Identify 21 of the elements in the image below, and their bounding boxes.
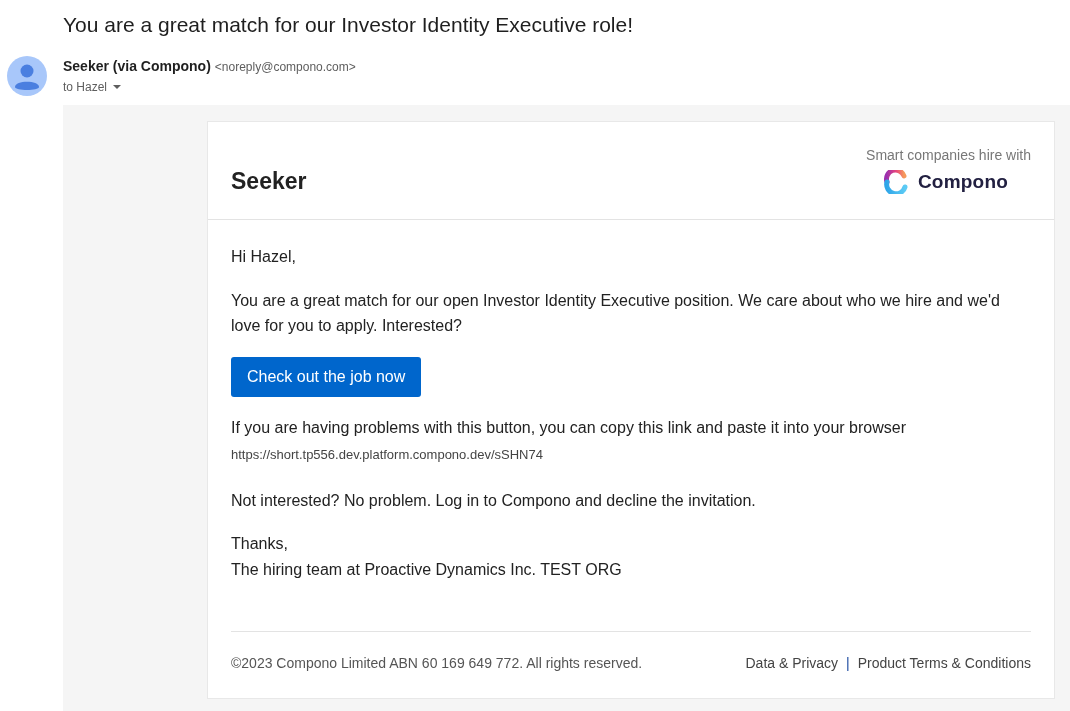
logo-wordmark: Compono <box>917 170 1008 193</box>
decline-note: Not interested? No problem. Log in to Compono and decline the invitation. <box>231 491 757 511</box>
sender-name: Seeker (via Compono) <box>63 57 211 76</box>
greeting: Hi Hazel, <box>231 247 297 267</box>
brand-title: Seeker <box>231 168 307 195</box>
footer-link[interactable]: Data & Privacy <box>745 653 839 673</box>
avatar-icon <box>7 56 47 96</box>
link-note: If you are having problems with this button, you can copy this link and paste it into your browser <box>231 418 908 438</box>
recipient-label: to Hazel <box>63 79 108 96</box>
email-subject: You are a great match for our Investor Identity Executive role! <box>62 12 635 38</box>
link-separator: | <box>846 654 850 673</box>
caret-icon[interactable] <box>113 85 122 89</box>
footer-link[interactable]: Product Terms & Conditions <box>857 653 1031 673</box>
intro-paragraph: You are a great match for our open Investor Identity Executive position. We care about who we hire and we'd love for you to apply. Interested? <box>231 291 1001 336</box>
sender-address: <noreply@compono.com> <box>214 59 356 76</box>
job-link[interactable]: https://short.tp556.dev.platform.compono.dev/sSHN74 <box>231 446 543 464</box>
signoff-line: Thanks, <box>231 534 289 554</box>
signoff-line: The hiring team at Proactive Dynamics Inc. TEST ORG <box>231 560 623 580</box>
copyright-text: ©2023 Compono Limited ABN 60 169 649 772. All rights reserved. <box>231 654 643 673</box>
job-button[interactable]: Check out the job now <box>231 357 422 397</box>
tagline: Smart companies hire with <box>866 145 1031 164</box>
